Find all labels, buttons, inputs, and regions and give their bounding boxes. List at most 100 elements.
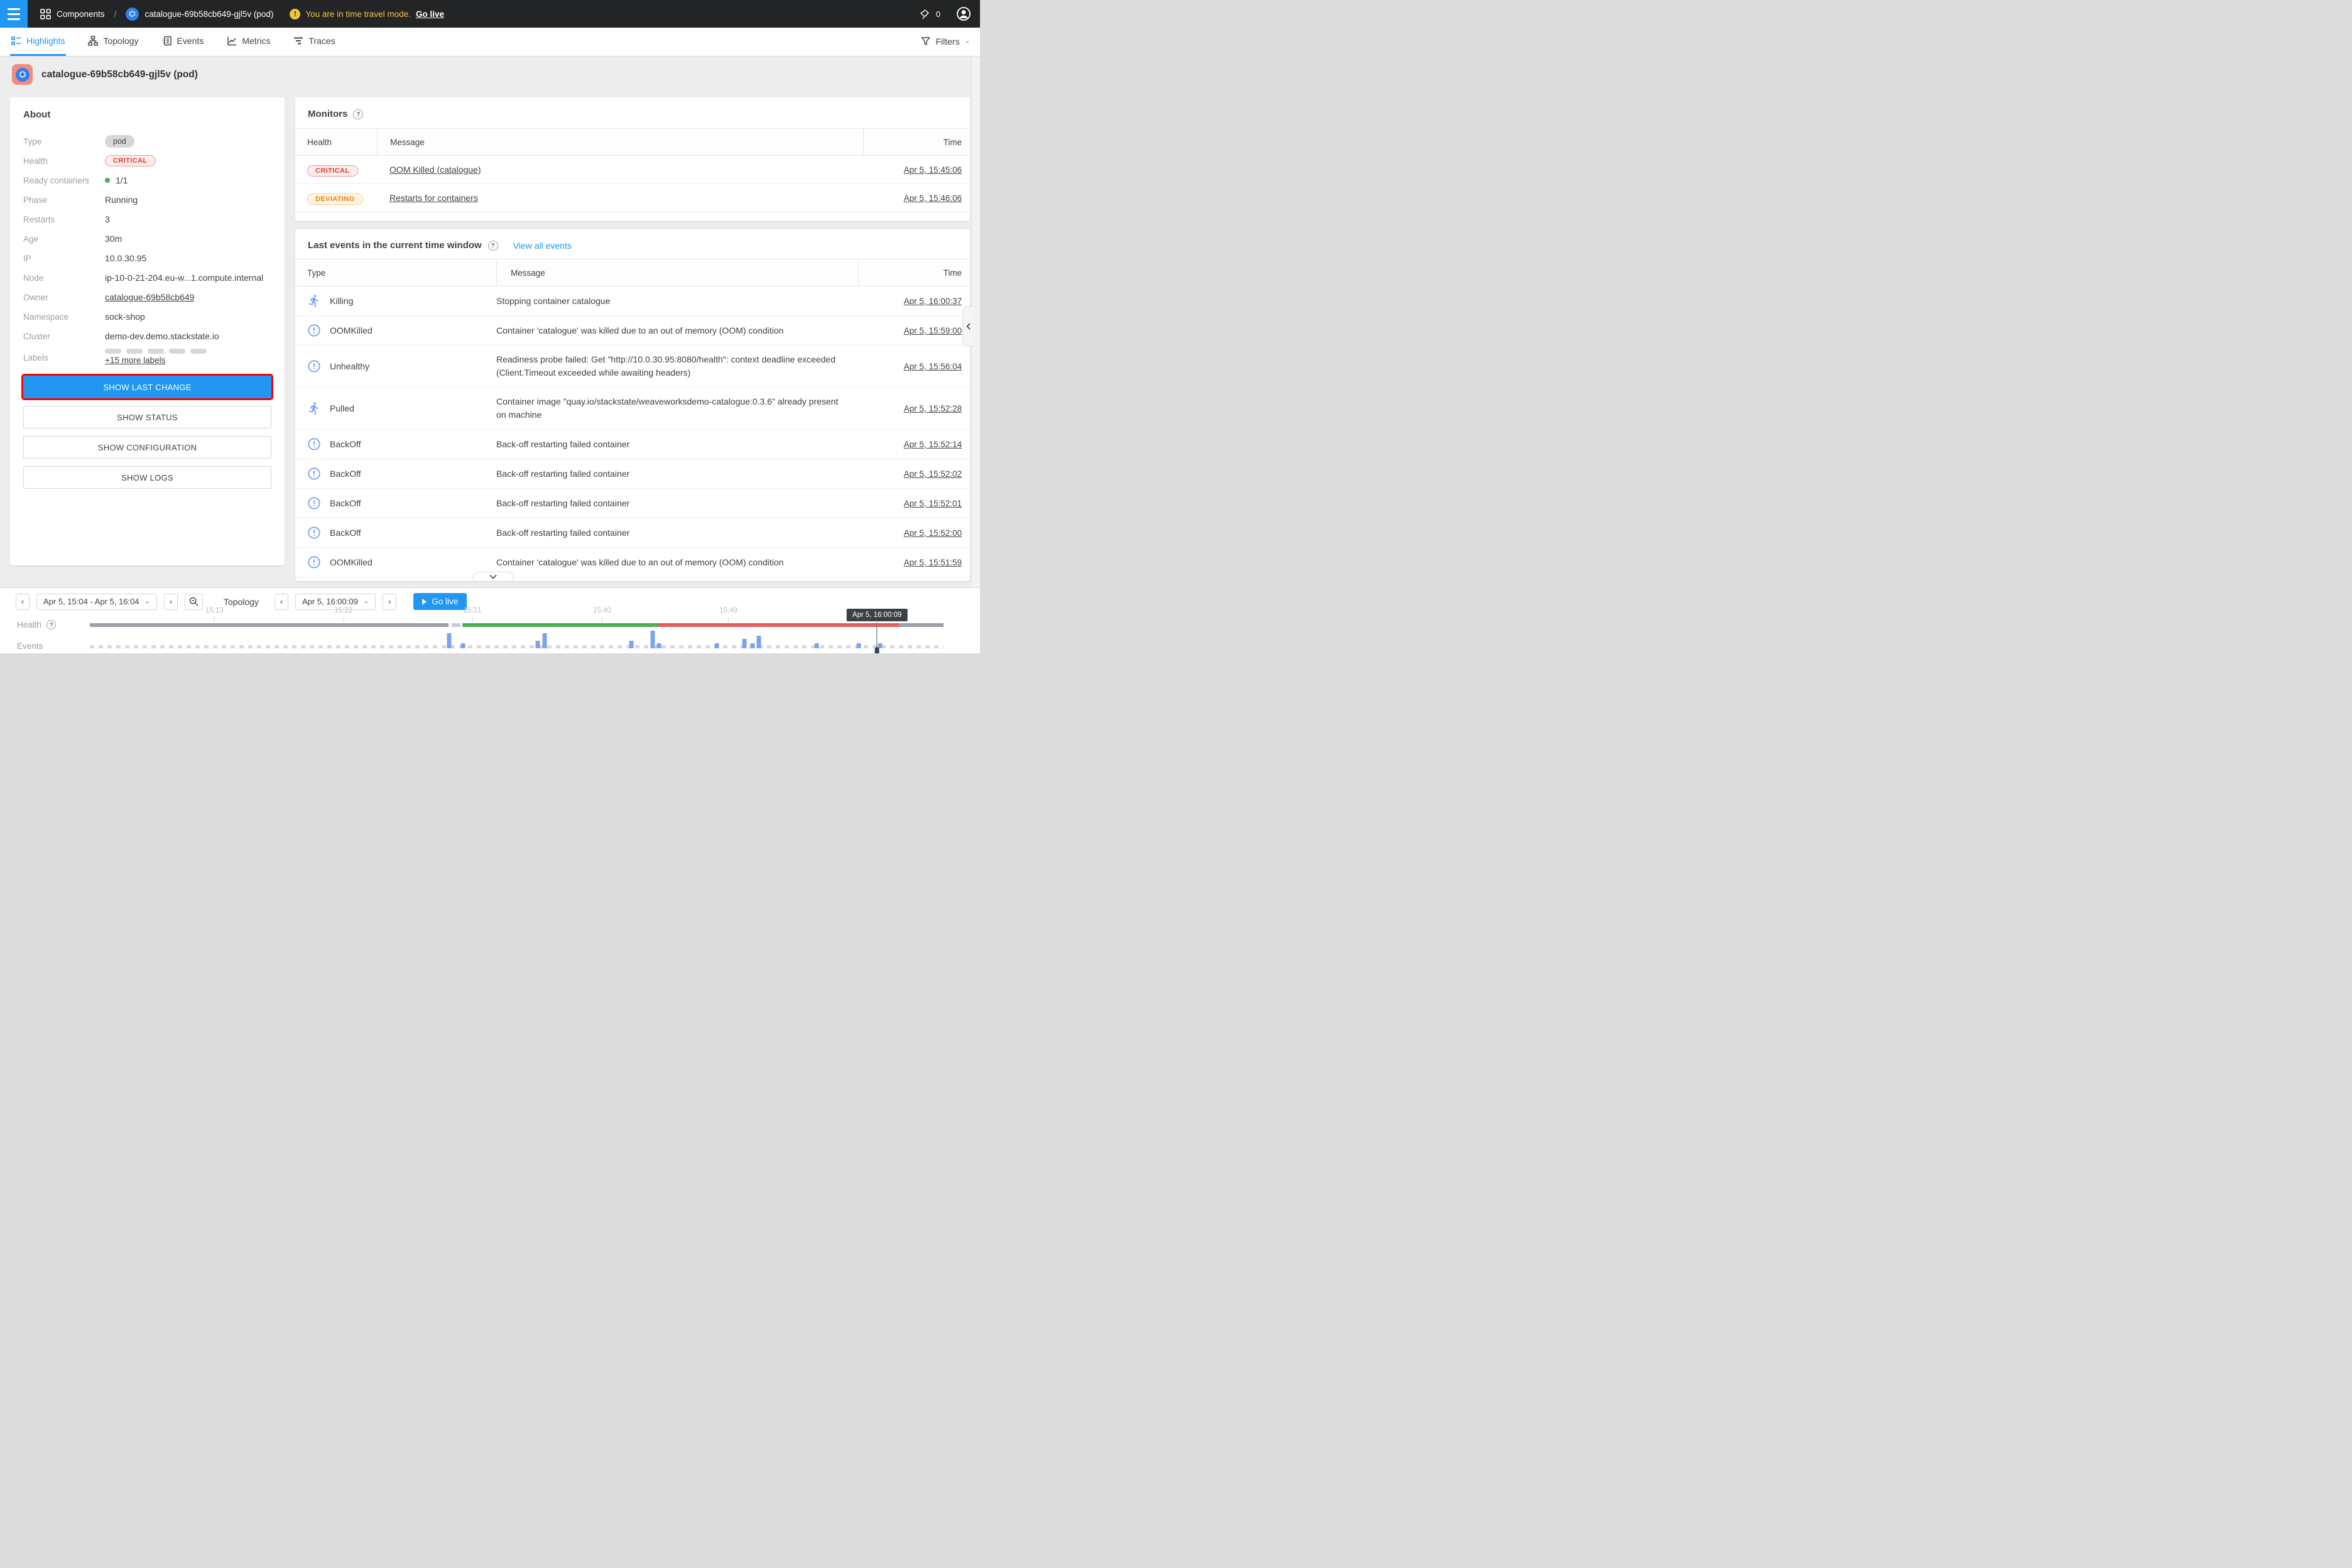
type-value-pill: pod [105,135,134,148]
hamburger-menu-icon[interactable] [0,0,28,28]
time-marker-line [876,623,878,649]
alert-circle-icon [307,526,321,540]
filters-button[interactable]: Filters ⌄ [921,28,970,55]
event-row: Unhealthy Readiness probe failed: Get "h… [295,577,970,581]
breadcrumb-entity[interactable]: catalogue-69b58cb649-gjl5v (pod) [144,9,273,19]
event-type: OOMKilled [330,325,373,335]
events-help-icon[interactable]: ? [488,241,498,251]
health-label: Health [23,154,105,168]
alert-circle-icon [307,437,321,451]
event-time-link[interactable]: Apr 5, 15:52:28 [904,404,962,413]
runner-icon [307,294,321,308]
event-time-link[interactable]: Apr 5, 15:56:04 [904,362,962,371]
ready-containers-label: Ready containers [23,173,105,187]
time-marker-handle[interactable] [874,647,879,653]
restarts-label: Restarts [23,212,105,226]
event-type: Pulled [330,403,354,413]
show-logs-button[interactable]: SHOW LOGS [23,466,271,489]
view-tabs: Highlights Topology Events Metrics Trace… [0,28,980,57]
monitor-message-link[interactable]: OOM Killed (catalogue) [389,165,481,175]
event-row: OOMKilled Container 'catalogue' was kill… [295,316,970,346]
monitor-time-link[interactable]: Apr 5, 15:45:06 [904,165,962,175]
health-timeline-bar [90,623,944,627]
phase-value: Running [105,193,271,207]
event-row: BackOff Back-off restarting failed conta… [295,430,970,459]
event-row: BackOff Back-off restarting failed conta… [295,459,970,489]
show-configuration-button[interactable]: SHOW CONFIGURATION [23,436,271,459]
monitors-table-header: Health Message Time [295,128,970,156]
monitors-help-icon[interactable]: ? [353,109,363,119]
more-labels-link[interactable]: +15 more labels [105,356,165,365]
alert-circle-icon [307,324,321,337]
event-time-link[interactable]: Apr 5, 15:51:59 [904,558,962,567]
cluster-label: Cluster [23,329,105,343]
event-message: Back-off restarting failed container [496,497,858,510]
app-root: Components / catalogue-69b58cb649-gjl5v … [0,0,980,653]
event-count-bar [857,643,861,648]
collapse-panel-tab[interactable] [962,306,973,346]
time-travel-bar: ‹ Apr 5, 15:04 - Apr 5, 16:04 ⌄ › Topolo… [0,587,980,653]
pod-icon [16,68,30,82]
timeline-tick: 15:49 [719,607,738,622]
monitors-col-health: Health [295,129,377,155]
events-table-header: Type Message Time [295,259,970,286]
show-status-button[interactable]: SHOW STATUS [23,406,271,428]
tab-traces[interactable]: Traces [292,28,336,56]
health-help-icon[interactable]: ? [46,620,56,629]
event-count-bar [447,633,452,648]
ready-status-dot [105,178,110,183]
health-segment [462,623,659,627]
tab-topology[interactable]: Topology [87,28,139,56]
labels-label: Labels [23,350,105,364]
event-count-bar [714,643,719,648]
user-avatar[interactable] [956,6,971,21]
owner-link[interactable]: catalogue-69b58cb649 [105,292,194,302]
health-segment [452,623,460,627]
event-message: Stopping container catalogue [496,295,858,308]
event-type: BackOff [330,528,361,538]
monitor-time-link[interactable]: Apr 5, 15:46:06 [904,193,962,203]
monitor-health-badge: CRITICAL [307,165,358,177]
alert-circle-icon [307,467,321,481]
age-value: 30m [105,232,271,246]
event-time-link[interactable]: Apr 5, 16:00:37 [904,297,962,306]
event-row: Killing Stopping container catalogue Apr… [295,286,970,316]
tab-metrics[interactable]: Metrics [226,28,271,56]
health-critical-badge: CRITICAL [105,155,156,166]
page-title: catalogue-69b58cb649-gjl5v (pod) [41,69,198,80]
go-live-link[interactable]: Go live [416,9,444,19]
pin-count: 0 [936,9,940,19]
expand-events-tab[interactable] [473,572,513,581]
event-time-link[interactable]: Apr 5, 15:59:00 [904,326,962,335]
view-all-events-link[interactable]: View all events [513,241,572,251]
event-type: Killing [330,296,353,306]
event-time-link[interactable]: Apr 5, 15:52:02 [904,469,962,479]
label-pill [148,349,164,354]
event-type: OOMKilled [330,557,373,567]
namespace-value: sock-shop [105,310,271,324]
health-segment [658,623,899,627]
event-row: OOMKilled Container 'catalogue' was kill… [295,548,970,577]
age-label: Age [23,232,105,246]
event-time-link[interactable]: Apr 5, 15:52:00 [904,528,962,538]
event-message: Back-off restarting failed container [496,438,858,451]
tab-highlights[interactable]: Highlights [10,28,66,56]
event-time-link[interactable]: Apr 5, 15:52:14 [904,440,962,449]
event-count-bar [743,639,747,648]
event-count-bar [757,636,761,648]
show-last-change-button[interactable]: SHOW LAST CHANGE [23,376,271,398]
tab-events[interactable]: Events [161,28,205,56]
events-row-label: Events [17,641,43,651]
event-count-bar [536,641,540,648]
event-type: BackOff [330,498,361,508]
pin-icon[interactable] [918,8,930,20]
timeline: 15:13 15:22 15:31 15:40 15:49 [90,588,944,653]
breadcrumb-components[interactable]: Components [57,9,105,19]
components-grid-icon [40,9,51,19]
range-prev-button[interactable]: ‹ [16,594,30,610]
monitor-message-link[interactable]: Restarts for containers [389,193,478,203]
event-time-link[interactable]: Apr 5, 15:52:01 [904,499,962,508]
monitors-col-time: Time [863,129,970,155]
monitor-row: CRITICAL OOM Killed (catalogue) Apr 5, 1… [295,156,970,184]
event-row: BackOff Back-off restarting failed conta… [295,489,970,518]
